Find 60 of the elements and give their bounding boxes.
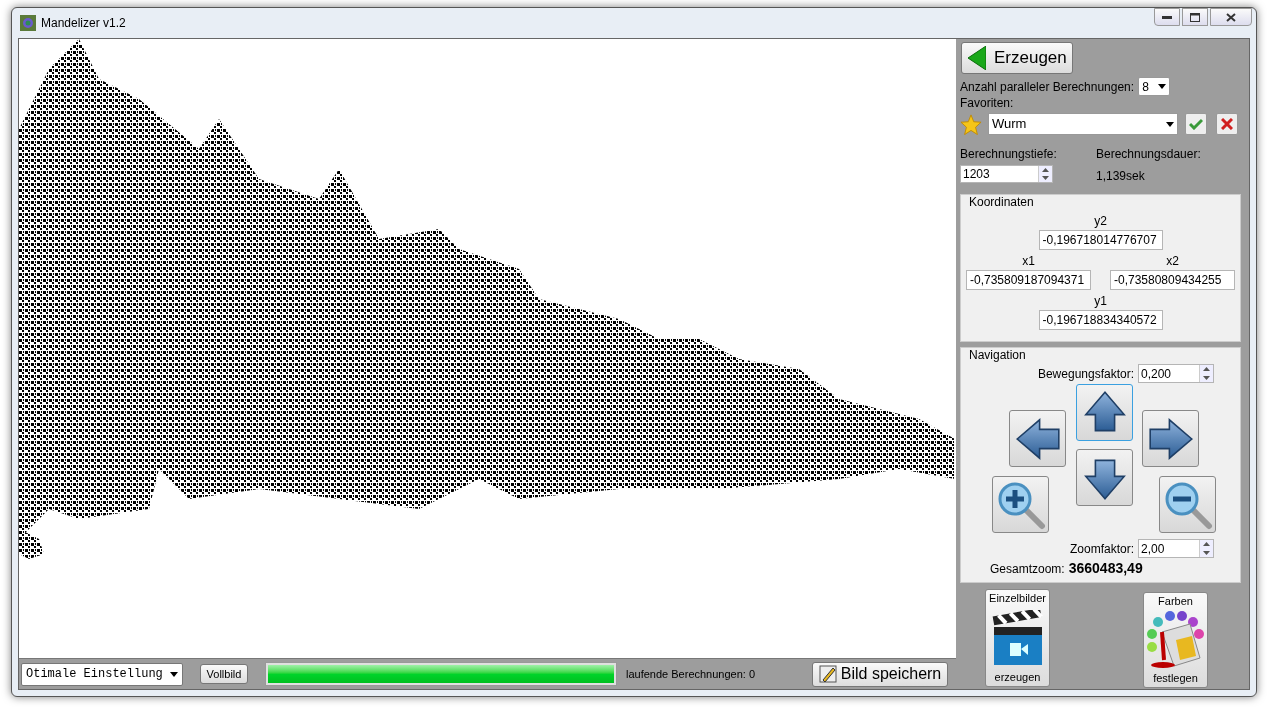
- zoom-in-button[interactable]: [992, 476, 1049, 533]
- spinner-buttons[interactable]: [1199, 540, 1213, 557]
- paint-bucket-icon: [1145, 610, 1206, 670]
- star-icon: [960, 113, 982, 135]
- checkmark-icon: [1189, 118, 1203, 130]
- move-factor-label: Bewegungsfaktor:: [1037, 365, 1134, 383]
- zoom-factor-label: Zoomfaktor:: [1069, 540, 1134, 558]
- delete-button[interactable]: [1216, 113, 1238, 135]
- total-zoom-value: 3660483,49: [1068, 559, 1143, 578]
- parallel-dropdown[interactable]: 8: [1138, 77, 1171, 96]
- x2-field[interactable]: -0,73580809434255: [1110, 270, 1235, 290]
- close-button[interactable]: [1210, 8, 1252, 26]
- coordinate-label: y2: [1094, 213, 1107, 230]
- running-calculations-label: laufende Berechnungen: 0: [626, 666, 756, 682]
- zoom-factor-spinner[interactable]: 2,00: [1138, 539, 1214, 558]
- fullscreen-button[interactable]: Vollbild: [200, 664, 248, 684]
- favorite-dropdown[interactable]: Wurm: [988, 113, 1178, 135]
- move-factor-spinner[interactable]: 0,200: [1138, 364, 1214, 383]
- x1-field[interactable]: -0,735809187094371: [966, 270, 1091, 290]
- minimize-icon: [1162, 15, 1172, 19]
- spinner-buttons[interactable]: [1199, 365, 1213, 382]
- depth-spinner[interactable]: 1203: [960, 165, 1053, 183]
- minimize-button[interactable]: [1154, 8, 1180, 26]
- spinner-buttons[interactable]: [1038, 166, 1052, 182]
- app-icon: [20, 15, 36, 31]
- pencil-icon: [818, 665, 837, 683]
- mode-dropdown[interactable]: Otimale Einstellung: [21, 662, 183, 686]
- arrow-left-icon: [968, 46, 986, 70]
- dropdown-arrow-icon: [1166, 121, 1174, 127]
- total-zoom-label: Gesamtzoom:: [990, 561, 1065, 578]
- parallel-label: Anzahl paralleler Berechnungen:: [960, 78, 1135, 96]
- coordinate-label: x1: [1022, 253, 1035, 270]
- arrow-left-button[interactable]: [1009, 410, 1066, 467]
- arrow-right-button[interactable]: [1142, 410, 1199, 467]
- window-title: Mandelizer v1.2: [41, 15, 126, 32]
- clapperboard-icon: [991, 610, 1044, 666]
- arrow-up-button[interactable]: [1076, 384, 1133, 441]
- depth-label: Berechnungstiefe:: [960, 146, 1058, 163]
- dropdown-arrow-icon: [1158, 84, 1167, 89]
- maximize-button[interactable]: [1182, 8, 1208, 26]
- arrow-down-button[interactable]: [1076, 449, 1133, 506]
- close-icon: [1226, 12, 1236, 22]
- y1-field[interactable]: -0,196718834340572: [1038, 310, 1163, 330]
- duration-label: Berechnungsdauer:: [1096, 146, 1201, 163]
- y2-field[interactable]: -0,196718014776707: [1038, 230, 1163, 250]
- zoom-out-button[interactable]: [1159, 476, 1216, 533]
- dropdown-arrow-icon: [170, 671, 178, 677]
- save-image-button[interactable]: Bild speichern: [812, 661, 948, 687]
- maximize-icon: [1190, 12, 1200, 22]
- close-icon: [1221, 118, 1233, 130]
- frames-button[interactable]: Einzelbilder erzeugen: [985, 589, 1050, 687]
- duration-value: 1,139sek: [1096, 168, 1146, 185]
- favorites-label: Favoriten:: [960, 96, 1015, 110]
- generate-button[interactable]: Erzeugen: [961, 42, 1073, 74]
- coordinate-label: y1: [1094, 293, 1107, 310]
- colors-button[interactable]: Farben festlegen: [1143, 592, 1208, 688]
- group-title: Koordinaten: [969, 196, 1035, 209]
- group-title: Navigation: [969, 349, 1027, 362]
- coordinate-label: x2: [1166, 253, 1179, 270]
- confirm-button[interactable]: [1185, 113, 1207, 135]
